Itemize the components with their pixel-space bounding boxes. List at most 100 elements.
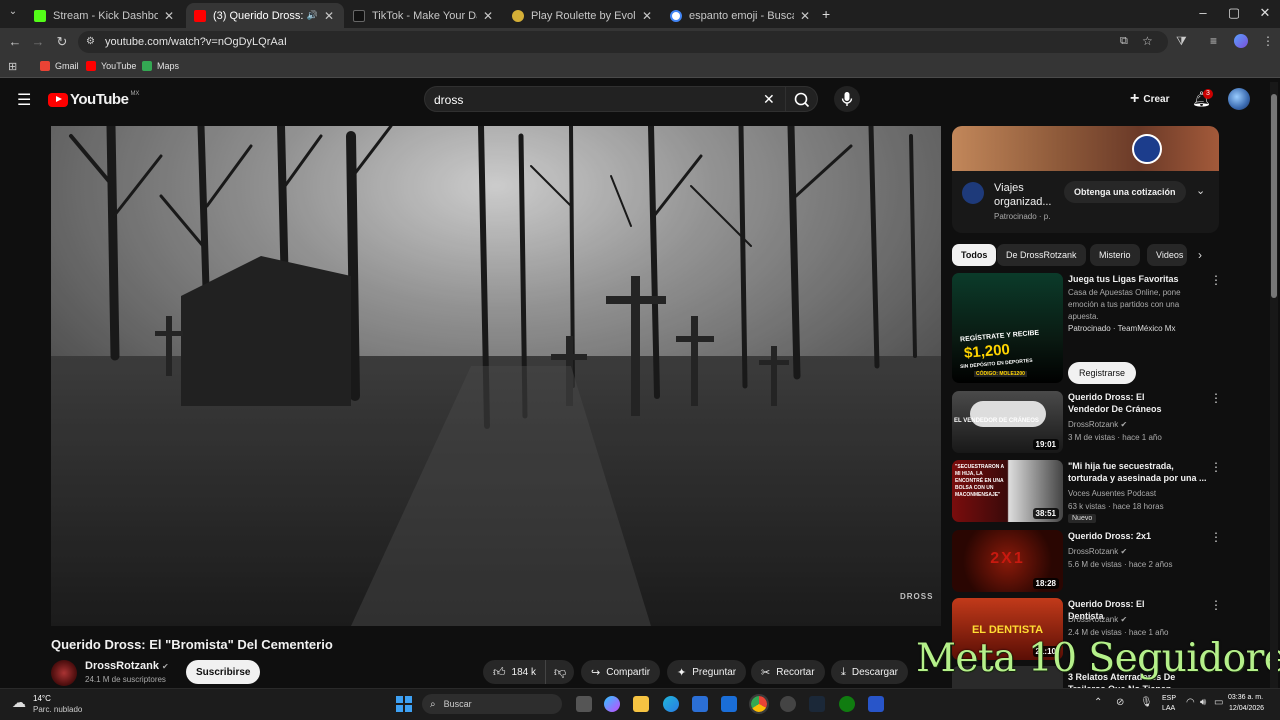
- verified-check-icon: ✔: [1120, 547, 1128, 556]
- minimize-button[interactable]: –: [1188, 5, 1218, 20]
- tab-title: espanto emoji - Buscar con Go: [689, 9, 794, 22]
- url-text[interactable]: youtube.com/watch?v=nOgDyLQrAaI: [105, 36, 287, 48]
- chip-all[interactable]: Todos: [952, 244, 997, 266]
- tab-close-icon[interactable]: ✕: [162, 9, 176, 23]
- bookmark-star-icon[interactable]: ☆: [1142, 34, 1153, 48]
- battery-icon[interactable]: ▭: [1214, 697, 1223, 708]
- ad-register-button[interactable]: Registrarse: [1068, 362, 1137, 384]
- hamburger-menu-icon[interactable]: ☰: [17, 90, 31, 110]
- profile-avatar-icon[interactable]: [1234, 34, 1248, 48]
- tab-kick-dashboard[interactable]: Stream - Kick Dashboard ✕: [26, 3, 184, 28]
- chip-mystery[interactable]: Misterio: [1090, 244, 1140, 266]
- search-button[interactable]: [786, 86, 818, 112]
- store-icon[interactable]: [692, 696, 708, 712]
- back-arrow-icon[interactable]: ←: [7, 34, 23, 49]
- channel-avatar[interactable]: [51, 660, 77, 686]
- sidebar-video-item[interactable]: EL VENDEDOR DE CRÁNEOS 19:01 Querido Dro…: [952, 391, 1222, 455]
- mail-icon[interactable]: [721, 696, 737, 712]
- video-player[interactable]: DROSS: [51, 126, 941, 626]
- sidebar-video-item[interactable]: 2X1 18:28 Querido Dross: 2x1 DrossRotzan…: [952, 530, 1222, 594]
- wifi-icon[interactable]: ◠: [1186, 697, 1195, 708]
- tab-google-search[interactable]: espanto emoji - Buscar con Go ✕: [662, 3, 820, 28]
- voice-search-button[interactable]: [834, 86, 860, 112]
- speaker-icon[interactable]: 🔊: [307, 10, 318, 21]
- volume-icon[interactable]: 🔊︎: [1200, 697, 1206, 708]
- app-icon[interactable]: [780, 696, 796, 712]
- more-options-icon[interactable]: ⋮: [1210, 391, 1222, 405]
- chips-next-chevron-icon[interactable]: ›: [1198, 248, 1202, 262]
- dislike-button[interactable]: 👎︎: [545, 660, 575, 684]
- sidebar-video-item[interactable]: "SECUESTRARON A MI HIJA, LA ENCONTRÉ EN …: [952, 460, 1222, 526]
- sidebar-ad-item[interactable]: REGÍSTRATE Y RECIBE $1,200 SIN DEPÓSITO …: [952, 273, 1222, 385]
- chip-from-channel[interactable]: De DrossRotzank: [997, 244, 1086, 266]
- clip-button[interactable]: ✂ Recortar: [751, 660, 825, 684]
- app-blue-icon[interactable]: [868, 696, 884, 712]
- tab-roulette[interactable]: Play Roulette by Evolution Gam ✕: [504, 3, 662, 28]
- bookmark-youtube[interactable]: YouTube: [86, 61, 136, 71]
- tab-close-icon[interactable]: ✕: [640, 9, 654, 23]
- create-button[interactable]: + Crear: [1126, 88, 1173, 110]
- page-scrollbar-thumb[interactable]: [1271, 94, 1277, 298]
- channel-name-row[interactable]: DrossRotzank ✔: [85, 660, 169, 672]
- like-button[interactable]: 👍︎ 184 k: [483, 660, 547, 684]
- sponsored-ad-card[interactable]: Viajes organizad... Patrocinado · p. Obt…: [952, 126, 1219, 233]
- tray-app-icon[interactable]: ⊘: [1116, 697, 1124, 708]
- chip-videos[interactable]: Videos: [1147, 244, 1187, 266]
- channel-watermark[interactable]: DROSS: [900, 592, 933, 601]
- bookmark-maps[interactable]: Maps: [142, 61, 179, 71]
- bookmark-gmail[interactable]: Gmail: [40, 61, 79, 71]
- extensions-icon[interactable]: ⧩: [1176, 34, 1187, 49]
- tab-close-icon[interactable]: ✕: [481, 9, 495, 23]
- reading-list-icon[interactable]: ≡: [1210, 34, 1217, 48]
- tab-close-icon[interactable]: ✕: [322, 9, 336, 23]
- more-options-icon[interactable]: ⋮: [1210, 530, 1222, 544]
- weather-cloud-icon[interactable]: ☁: [12, 694, 26, 711]
- bookmark-label: Maps: [157, 61, 180, 71]
- clock-date[interactable]: 12/04/2026: [1229, 705, 1264, 712]
- edge-icon[interactable]: [663, 696, 679, 712]
- clock-time[interactable]: 03:36 a. m.: [1228, 694, 1263, 701]
- search-box[interactable]: [424, 86, 786, 112]
- tray-mic-icon[interactable]: 🎙︎: [1140, 697, 1153, 708]
- account-avatar[interactable]: [1228, 88, 1250, 110]
- tab-search-button[interactable]: ⌄: [6, 6, 20, 17]
- channel-name[interactable]: DrossRotzank: [85, 660, 159, 672]
- tab-youtube-active[interactable]: (3) Querido Dross: El "Brom 🔊 ✕: [186, 3, 344, 28]
- youtube-logo[interactable]: YouTube MX: [48, 91, 139, 108]
- new-tab-button[interactable]: +: [822, 6, 830, 22]
- maximize-button[interactable]: ▢: [1219, 5, 1249, 21]
- file-explorer-icon[interactable]: [633, 696, 649, 712]
- forward-arrow-icon[interactable]: →: [30, 34, 46, 49]
- task-view-icon[interactable]: [576, 696, 592, 712]
- reload-icon[interactable]: ↻: [54, 34, 70, 50]
- more-options-icon[interactable]: ⋮: [1210, 460, 1222, 474]
- apps-grid-icon[interactable]: ⊞: [8, 60, 17, 73]
- xbox-icon[interactable]: [839, 696, 855, 712]
- language-indicator-top[interactable]: ESP: [1162, 695, 1176, 702]
- tab-close-icon[interactable]: ✕: [798, 9, 812, 23]
- subscribe-button[interactable]: Suscribirse: [186, 660, 261, 684]
- tray-overflow-chevron-icon[interactable]: ⌃: [1094, 697, 1102, 708]
- chrome-icon[interactable]: [749, 694, 769, 714]
- site-info-icon[interactable]: ⚙: [86, 36, 95, 47]
- windows-start-icon[interactable]: [396, 696, 412, 712]
- tab-tiktok[interactable]: TikTok - Make Your Day ✕: [345, 3, 503, 28]
- weather-temp[interactable]: 14°C: [33, 694, 51, 703]
- steam-icon[interactable]: [809, 696, 825, 712]
- download-button[interactable]: ⤓ Descargar: [831, 660, 909, 684]
- more-options-icon[interactable]: ⋮: [1210, 598, 1222, 612]
- thumb-text: EL VENDEDOR DE CRÁNEOS: [954, 418, 1039, 424]
- ad-cta-button[interactable]: Obtenga una cotización: [1064, 181, 1186, 203]
- ask-button[interactable]: ✦ Preguntar: [667, 660, 747, 684]
- share-button[interactable]: ↪ Compartir: [581, 660, 661, 684]
- language-indicator-bottom[interactable]: LAA: [1162, 705, 1175, 712]
- ad-expand-chevron-icon[interactable]: ⌄: [1196, 184, 1205, 197]
- close-window-button[interactable]: ✕: [1250, 5, 1280, 21]
- taskbar-search-box[interactable]: ⌕ Buscar: [422, 694, 562, 714]
- copilot-icon[interactable]: [604, 696, 620, 712]
- search-input[interactable]: dross: [434, 93, 463, 107]
- more-options-icon[interactable]: ⋮: [1210, 273, 1222, 287]
- install-app-icon[interactable]: ⧉: [1120, 35, 1128, 48]
- clear-search-icon[interactable]: ✕: [763, 91, 775, 108]
- chrome-menu-icon[interactable]: ⋮: [1262, 34, 1274, 48]
